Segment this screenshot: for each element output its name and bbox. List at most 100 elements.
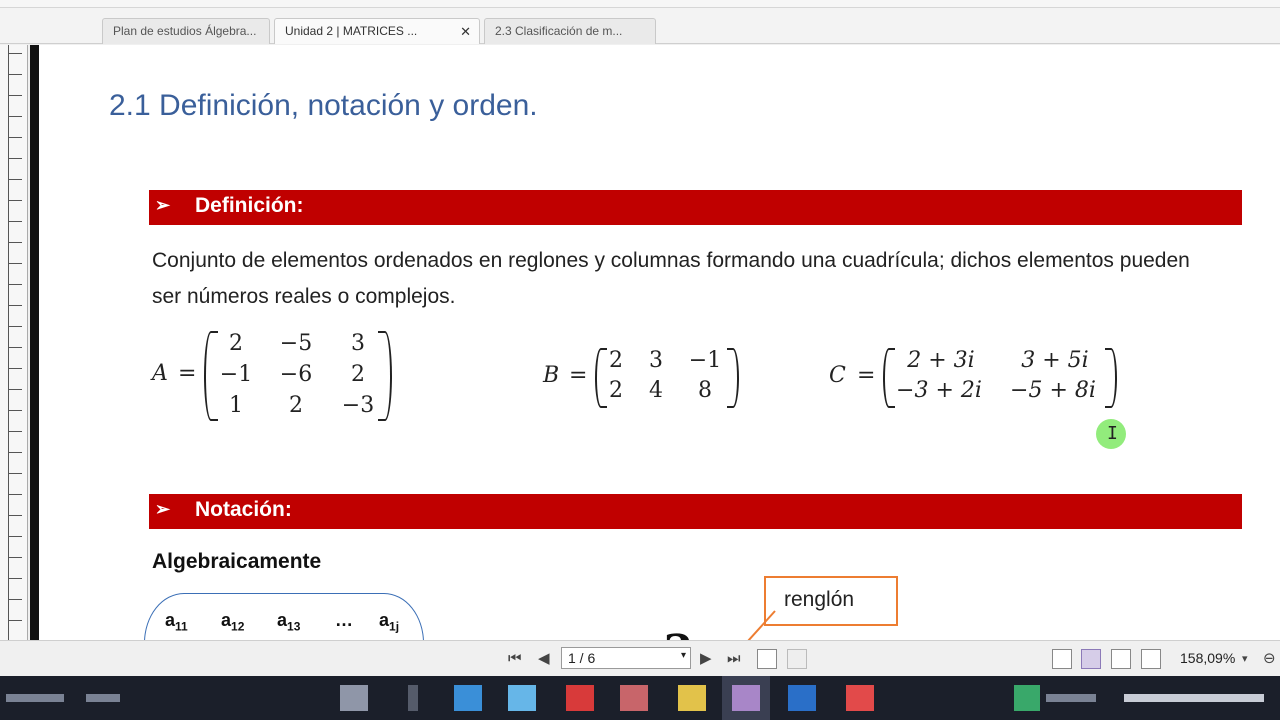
ruler-tick: [8, 284, 22, 285]
ruler-tick: [8, 326, 22, 327]
matrix-cell: 2 + 3i: [907, 348, 975, 373]
ruler-tick: [8, 620, 22, 621]
first-page-button[interactable]: ⏮: [508, 649, 522, 667]
matrix-cell: −3 + 2i: [896, 378, 982, 403]
ruler-tick: [8, 221, 22, 222]
ruler-tick: [8, 494, 22, 495]
rotate-view-icon[interactable]: [757, 649, 777, 669]
app-icon-powerpoint[interactable]: [846, 685, 874, 711]
ruler-tick: [8, 536, 22, 537]
tab-label: Unidad 2 | MATRICES ...: [285, 24, 418, 38]
matrix-cell: 1: [229, 393, 243, 418]
app-icon-edge[interactable]: [508, 685, 536, 711]
notacion-banner: ➢ Notación:: [149, 494, 1242, 529]
taskbar: [0, 676, 1280, 720]
matrix-cell: −3: [341, 393, 375, 418]
page-number-input[interactable]: 1 / 6 ▾: [561, 647, 691, 669]
matrix-a-name: A: [152, 361, 168, 386]
app-icon-word[interactable]: [788, 685, 816, 711]
close-icon[interactable]: ✕: [460, 24, 471, 40]
fit-page-icon[interactable]: [787, 649, 807, 669]
element-base: a: [165, 610, 176, 630]
matrix-b-name: B: [543, 363, 560, 388]
ibeam-cursor-icon: I: [1107, 423, 1118, 444]
element-base: a: [379, 610, 390, 630]
ruler-tick: [8, 347, 22, 348]
element-base: a: [221, 610, 232, 630]
ruler-tick: [8, 137, 22, 138]
pdf-viewer-window: Plan de estudios Álgebra... Unidad 2 | M…: [0, 0, 1280, 720]
matrix-cell: −5: [279, 331, 313, 356]
book-view-icon[interactable]: [1141, 649, 1161, 669]
ruler-tick: [8, 242, 22, 243]
matrix-cell: −1: [219, 362, 253, 387]
taskbar-separator: [408, 685, 418, 711]
matrix-cell: 8: [698, 378, 712, 403]
zoom-level[interactable]: 158,09%: [1180, 650, 1235, 666]
app-icon-chrome[interactable]: [566, 685, 594, 711]
chevron-down-icon[interactable]: ▾: [681, 650, 686, 661]
matrix-cell: 3: [351, 331, 365, 356]
matrix-cell: 3 + 5i: [1021, 348, 1089, 373]
app-icon-viewer[interactable]: [732, 685, 760, 711]
matrix-c-name: C: [829, 363, 846, 388]
tab-bar: Plan de estudios Álgebra... Unidad 2 | M…: [0, 8, 1280, 44]
ruler-tick: [8, 158, 22, 159]
element-subscript: 11: [175, 619, 188, 634]
matrix-cell: 2: [289, 393, 303, 418]
taskview-icon[interactable]: [340, 685, 368, 711]
arrow-bullet-icon: ➢: [155, 195, 171, 215]
ruler-tick: [8, 368, 22, 369]
ruler-tick: [8, 410, 22, 411]
single-page-view-icon[interactable]: [1052, 649, 1072, 669]
ruler-tick: [8, 389, 22, 390]
section-heading: 2.1 Definición, notación y orden.: [109, 89, 538, 122]
clock-blur: [1124, 694, 1264, 702]
equals-sign: =: [857, 363, 876, 388]
equals-sign: =: [569, 363, 588, 388]
algebraicamente-label: Algebraicamente: [152, 550, 322, 573]
continuous-view-icon[interactable]: [1081, 649, 1101, 669]
ruler-tick: [8, 473, 22, 474]
two-page-view-icon[interactable]: [1111, 649, 1131, 669]
matrix-element: …: [335, 610, 353, 634]
matrix-cell: −5 + 8i: [1010, 378, 1096, 403]
matrix-element: a11: [165, 610, 188, 634]
app-icon-folder[interactable]: [678, 685, 706, 711]
zoom-out-icon[interactable]: ⊖: [1263, 649, 1276, 667]
ruler-tick: [8, 200, 22, 201]
definicion-label: Definición:: [195, 194, 304, 217]
tab-unidad-2-matrices[interactable]: Unidad 2 | MATRICES ... ✕: [274, 18, 480, 44]
matrix-cell: −6: [279, 362, 313, 387]
matrix-cell: 3: [649, 348, 663, 373]
previous-page-button[interactable]: ◀: [538, 649, 550, 667]
tab-clasificacion[interactable]: 2.3 Clasificación de m...: [484, 18, 656, 44]
matrix-cell: 4: [649, 378, 663, 403]
last-page-button[interactable]: ⏭: [727, 649, 741, 667]
element-base: …: [335, 610, 353, 630]
next-page-button[interactable]: ▶: [700, 649, 712, 667]
matrix-cell: 2: [609, 348, 623, 373]
app-icon-files[interactable]: [454, 685, 482, 711]
app-icon-pdf[interactable]: [620, 685, 648, 711]
tab-plan-estudios[interactable]: Plan de estudios Álgebra...: [102, 18, 270, 44]
ruler-tick: [8, 305, 22, 306]
ruler-tick: [8, 53, 22, 54]
window-top-strip: [0, 0, 1280, 8]
zoom-dropdown-icon[interactable]: ▾: [1242, 652, 1248, 665]
tab-label: 2.3 Clasificación de m...: [495, 24, 623, 38]
element-subscript: 12: [231, 619, 245, 634]
ruler-tick: [8, 179, 22, 180]
matrix-b: B = 2 3 −1 2 4 8: [543, 348, 743, 410]
tray-icon-green[interactable]: [1014, 685, 1040, 711]
matrix-cell: −1: [688, 348, 722, 373]
right-paren: [1105, 348, 1117, 408]
right-paren: [727, 348, 739, 408]
arrow-bullet-icon: ➢: [155, 499, 171, 519]
tray-icons-blur: [1046, 694, 1096, 702]
navigation-toolbar: ⏮ ◀ 1 / 6 ▾ ▶ ⏭ 158,09% ▾ ⊖: [0, 640, 1280, 676]
ruler-tick: [8, 452, 22, 453]
ruler-tick: [8, 95, 22, 96]
element-base: a: [277, 610, 288, 630]
matrix-c: C = 2 + 3i 3 + 5i −3 + 2i −5 + 8i: [829, 348, 1129, 410]
